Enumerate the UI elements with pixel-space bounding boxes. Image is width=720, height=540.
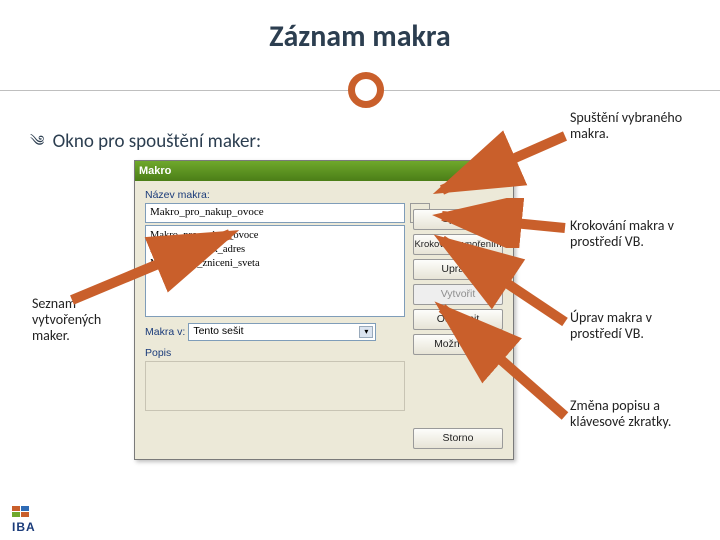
list-item[interactable]: Makro_pro_tisk_adres bbox=[150, 243, 400, 257]
popis-box bbox=[145, 361, 405, 411]
dialog-caption: Makro bbox=[139, 165, 171, 177]
annot-list: Seznam vytvořených maker. bbox=[32, 296, 122, 344]
help-button[interactable]: ? bbox=[471, 163, 489, 179]
subtitle-text: Okno pro spouštění maker: bbox=[53, 130, 261, 153]
name-label: Název makra: bbox=[145, 189, 503, 201]
swirl-icon: ༄ bbox=[30, 125, 44, 167]
logo-text: IBA bbox=[12, 520, 36, 534]
macro-name-input[interactable]: Makro_pro_nakup_ovoce bbox=[145, 203, 405, 223]
annot-options: Změna popisu a klávesové zkratky. bbox=[570, 398, 700, 430]
chevron-down-icon[interactable]: ▾ bbox=[359, 326, 373, 338]
makra-v-select[interactable]: Tento sešit ▾ bbox=[188, 323, 376, 341]
step-button[interactable]: Krokovat s vnořením bbox=[413, 234, 503, 255]
annot-run: Spuštění vybraného makra. bbox=[570, 110, 690, 142]
annot-edit: Úprav makra v prostředí VB. bbox=[570, 310, 700, 342]
button-column: Spustit Krokovat s vnořením Upravit Vytv… bbox=[413, 209, 503, 355]
dialog-titlebar[interactable]: Makro ? × bbox=[135, 161, 513, 181]
macro-list[interactable]: Makro_pro_nakup_ovoce Makro_pro_tisk_adr… bbox=[145, 225, 405, 317]
edit-button[interactable]: Upravit bbox=[413, 259, 503, 280]
cancel-button[interactable]: Storno bbox=[413, 428, 503, 449]
slide-title: Záznam makra bbox=[0, 0, 720, 55]
macro-dialog: Makro ? × Název makra: Makro_pro_nakup_o… bbox=[134, 160, 514, 460]
makra-v-value: Tento sešit bbox=[193, 325, 243, 337]
list-item[interactable]: Makro_pro_zniceni_sveta bbox=[150, 257, 400, 271]
run-button[interactable]: Spustit bbox=[413, 209, 503, 230]
logo-flag-icon bbox=[12, 506, 30, 518]
close-button[interactable]: × bbox=[491, 163, 509, 179]
create-button: Vytvořit bbox=[413, 284, 503, 305]
delete-button[interactable]: Odstranit bbox=[413, 309, 503, 330]
makra-v-label: Makra v: bbox=[145, 326, 185, 338]
decor-circle bbox=[348, 72, 384, 108]
list-item[interactable]: Makro_pro_nakup_ovoce bbox=[150, 229, 400, 243]
options-button[interactable]: Možnosti.. bbox=[413, 334, 503, 355]
annot-step: Krokování makra v prostředí VB. bbox=[570, 218, 700, 250]
